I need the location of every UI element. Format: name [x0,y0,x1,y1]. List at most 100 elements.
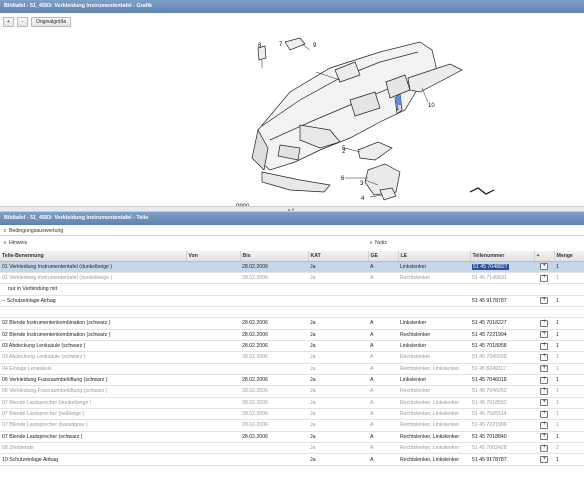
cell-bis: 28.02.2006 [240,385,308,398]
col-header-name[interactable]: Teile-Benennung [0,251,187,262]
col-header-bis[interactable]: Bis [240,251,309,262]
original-size-button[interactable]: Originalgröße [31,17,72,27]
col-header-kat[interactable]: KAT [308,251,369,262]
cell-name: 07 Blende Lautsprecher (schwarz ) [0,431,186,444]
callout-3: 3 [360,181,364,187]
cell-menge: 2 [554,442,584,455]
add-to-cart-icon[interactable] [540,342,548,350]
add-to-cart-icon[interactable] [540,365,548,373]
add-to-cart-icon[interactable] [540,319,548,327]
table-row[interactable]: 01 Verkleidung Instrumententafel (dunkel… [0,272,584,285]
table-row[interactable]: 08 Zierblende Ja A Rechtslenker, Linkslenke… [0,442,584,455]
table-row[interactable]: 06 Verkleidung Fussraumbelüftung (schwar… [0,374,584,387]
add-to-cart-icon[interactable] [540,387,548,395]
cell-ge: A [368,272,398,285]
add-to-cart-icon[interactable] [540,456,548,464]
cell-add [534,385,554,398]
cell-ge: A [368,317,398,330]
cell-bis: 28.02.2006 [240,374,308,387]
add-to-cart-icon[interactable] [540,353,548,361]
notes-section[interactable]: ∨ Notiz [366,238,584,248]
cell-add [534,295,554,307]
add-to-cart-icon[interactable] [540,331,548,339]
callout-4: 4 [361,196,365,202]
add-to-cart-icon[interactable] [540,263,548,271]
cell-name: 01 Verkleidung Instrumententafel (dunkel… [0,272,186,285]
cell-add [534,442,554,455]
table-row[interactable]: 02 Blende Instrumentenkombination (schwa… [0,329,584,341]
table-row[interactable]: 03 Abdeckung Lenksäule (schwarz ) 28.02.2… [0,340,584,353]
add-to-cart-icon[interactable] [540,376,548,384]
table-row[interactable]: 03 Abdeckung Lenksäule (schwarz ) 28.02.2… [0,351,584,364]
table-row[interactable]: 06 Verkleidung Fussraumbelüftung (schwar… [0,385,584,398]
table-row[interactable]: 04 Einlage Lenksäule Ja A Rechtslenker, Lin… [0,363,584,375]
parts-diagram[interactable]: 8 7 9 1 10 2 6 3 4 5 0900 [0,30,584,210]
cell-partno: 51 45 7221994 [470,329,534,341]
zoom-out-button[interactable]: - [17,17,28,27]
table-row[interactable]: 10 Schutzeinlage Airbag Ja A Rechtslenker, … [0,453,584,466]
cell-name: 06 Verkleidung Fussraumbelüftung (schwar… [0,385,186,398]
cell-kat: Ja [308,363,368,375]
cell-ge: A [368,397,398,409]
add-to-cart-icon[interactable] [540,274,548,282]
cell-le: Rechtslenker, Linkslenker [398,431,470,444]
cell-menge: 1 [554,374,584,387]
table-row[interactable]: 07 Blende Lautsprecher (basaltgrau ) 28.0… [0,419,584,432]
cell-bis [240,363,308,375]
cell-name: 02 Blende Instrumentenkombination (schwa… [0,317,186,330]
cell-add [534,431,554,444]
conditions-label: Bedingungsauswertung [9,227,64,234]
cell-menge: 1 [554,397,584,409]
add-to-cart-icon[interactable] [540,421,548,429]
col-header-add[interactable]: + [534,251,555,262]
table-row[interactable] [0,306,584,319]
cell-add [534,397,554,409]
parts-panel-title: Bildtafel - 51_4583: Verkleidung Instrum… [0,212,584,225]
splitter-grip-icon[interactable]: ▲▼ [286,208,296,212]
add-to-cart-icon[interactable] [540,410,548,418]
cell-bis: 28.02.2006 [240,419,308,432]
cell-partno: 51 45 7045555 [470,351,534,364]
table-row[interactable]: 07 Blende Lautsprecher (schwarz ) 28.02.2… [0,431,584,444]
table-row[interactable]: -- Schutzeinlage Airbag 51 45 9178787 1 [0,295,584,307]
add-to-cart-icon[interactable] [540,399,548,407]
cell-menge: 1 [554,453,584,466]
add-to-cart-icon[interactable] [540,444,548,452]
cell-menge: 1 [554,317,584,330]
table-row[interactable]: 02 Blende Instrumentenkombination (schwa… [0,317,584,330]
cell-bis: 28.02.2006 [240,317,308,330]
cell-le: Linkslenker [398,374,470,387]
graphic-toolbar: + - Originalgröße [3,17,72,27]
add-to-cart-icon[interactable] [540,297,548,305]
cell-von [186,385,240,398]
cell-add [534,261,554,273]
cell-kat: Ja [308,419,368,432]
col-header-partno[interactable]: Teilenummer [470,251,535,262]
cell-ge: A [368,419,398,432]
selected-part-number[interactable]: 51 45 7048827 [472,263,509,270]
table-row[interactable]: 07 Blende Lautsprecher (hellbeige ) 28.02… [0,408,584,421]
zoom-in-button[interactable]: + [3,17,14,27]
col-header-ge[interactable]: GE [368,251,399,262]
cell-le: Rechtslenker, Linkslenker [398,442,470,455]
table-row[interactable]: 01 Verkleidung Instrumententafel (dunkel… [0,261,584,273]
cell-menge: 1 [554,385,584,398]
table-row[interactable]: 07 Blende Lautsprecher (dunkelbeige ) 28.… [0,397,584,409]
cell-bis [240,453,308,466]
cell-bis: 28.02.2006 [240,431,308,444]
cell-le: Rechtslenker, Linkslenker [398,408,470,421]
cell-menge: 1 [554,295,584,307]
table-row[interactable]: nur in Verbindung mit [0,283,584,296]
cell-menge [554,306,584,319]
conditions-section[interactable]: ∨ Bedingungsauswertung [0,226,584,236]
cell-le: Linkslenker [398,340,470,353]
cell-name: 02 Blende Instrumentenkombination (schwa… [0,329,186,341]
col-header-menge[interactable]: Menge [554,251,584,262]
add-to-cart-icon[interactable] [540,433,548,441]
col-header-von[interactable]: Von [186,251,241,262]
cell-le: Rechtslenker [398,272,470,285]
cell-name: 07 Blende Lautsprecher (dunkelbeige ) [0,397,186,409]
col-header-le[interactable]: LE [398,251,471,262]
cell-add [534,419,554,432]
hints-section[interactable]: ∨ Hinweis [0,238,360,248]
